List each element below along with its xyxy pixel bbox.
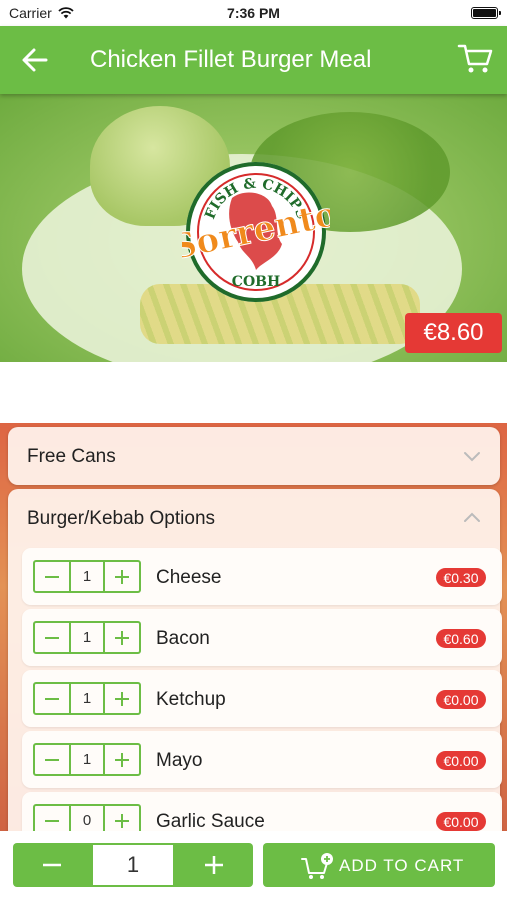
decrement-button[interactable] (35, 745, 69, 774)
option-price: €0.30 (436, 568, 486, 587)
quantity-value[interactable]: 1 (69, 623, 105, 652)
page-title: Chicken Fillet Burger Meal (90, 46, 372, 73)
meal-quantity-value[interactable]: 1 (93, 845, 173, 885)
minus-icon (45, 758, 59, 761)
add-to-cart-icon (301, 853, 333, 879)
battery-icon (471, 7, 501, 19)
chevron-down-icon (464, 452, 480, 462)
decrement-button[interactable] (35, 684, 69, 713)
increment-button[interactable] (105, 684, 139, 713)
product-image: FISH & CHIPS Sorrento COBH €8.60 (0, 94, 507, 362)
decrement-button[interactable] (35, 623, 69, 652)
accordion-free-cans[interactable]: Free Cans (8, 427, 500, 485)
option-name: Ketchup (156, 689, 226, 710)
increment-button[interactable] (105, 623, 139, 652)
plus-icon (115, 569, 129, 584)
quantity-value[interactable]: 0 (69, 806, 105, 831)
quantity-stepper: 0 (33, 804, 141, 831)
option-row: 1 Mayo €0.00 (22, 731, 502, 788)
minus-icon (45, 636, 59, 639)
increment-button[interactable] (105, 806, 139, 831)
option-name: Garlic Sauce (156, 811, 265, 831)
quantity-stepper: 1 (33, 560, 141, 593)
plus-icon (115, 752, 129, 767)
options-list[interactable]: Free Cans Burger/Kebab Options 1 Cheese … (0, 423, 507, 831)
option-name: Mayo (156, 750, 203, 771)
add-to-cart-label: ADD TO CART (339, 856, 465, 875)
option-row: 1 Bacon €0.60 (22, 609, 502, 666)
option-price: €0.00 (436, 690, 486, 709)
cart-icon (457, 44, 493, 73)
quantity-value[interactable]: 1 (69, 562, 105, 591)
option-price: €0.00 (436, 812, 486, 831)
accordion-burger-kebab-options[interactable]: Burger/Kebab Options 1 Cheese €0.30 1 Ba… (8, 489, 502, 831)
option-name: Bacon (156, 628, 210, 649)
quantity-decrement-button[interactable] (13, 843, 91, 887)
plus-icon (115, 813, 129, 828)
minus-icon (43, 863, 61, 867)
status-time: 7:36 PM (227, 5, 280, 21)
chevron-up-icon (464, 512, 480, 522)
option-row: 0 Garlic Sauce €0.00 (22, 792, 502, 831)
restaurant-logo: FISH & CHIPS Sorrento COBH (182, 162, 330, 302)
arrow-left-icon (22, 48, 48, 72)
minus-icon (45, 697, 59, 700)
decrement-button[interactable] (35, 562, 69, 591)
meal-quantity-stepper: 1 (13, 843, 253, 887)
decrement-button[interactable] (35, 806, 69, 831)
quantity-value[interactable]: 1 (69, 684, 105, 713)
plus-icon (115, 630, 129, 645)
quantity-increment-button[interactable] (175, 843, 253, 887)
back-button[interactable] (20, 46, 50, 74)
logo-bottom-text: COBH (232, 274, 280, 290)
increment-button[interactable] (105, 745, 139, 774)
option-price: €0.00 (436, 751, 486, 770)
minus-icon (45, 575, 59, 578)
increment-button[interactable] (105, 562, 139, 591)
add-to-cart-button[interactable]: ADD TO CART (263, 843, 495, 887)
cart-button[interactable] (457, 42, 493, 76)
quantity-stepper: 1 (33, 743, 141, 776)
quantity-stepper: 1 (33, 682, 141, 715)
accordion-title: Free Cans (27, 446, 116, 467)
option-name: Cheese (156, 567, 222, 588)
nav-bar: Chicken Fillet Burger Meal (0, 26, 507, 94)
option-row: 1 Ketchup €0.00 (22, 670, 502, 727)
minus-icon (45, 819, 59, 822)
plus-icon (115, 691, 129, 706)
price-badge: €8.60 (405, 313, 502, 353)
status-bar: Carrier 7:36 PM (0, 0, 507, 26)
quantity-value[interactable]: 1 (69, 745, 105, 774)
option-row: 1 Cheese €0.30 (22, 548, 502, 605)
quantity-stepper: 1 (33, 621, 141, 654)
bottom-bar: 1 ADD TO CART (0, 831, 507, 900)
plus-icon (205, 856, 223, 874)
option-price: €0.60 (436, 629, 486, 648)
accordion-title: Burger/Kebab Options (27, 508, 216, 529)
